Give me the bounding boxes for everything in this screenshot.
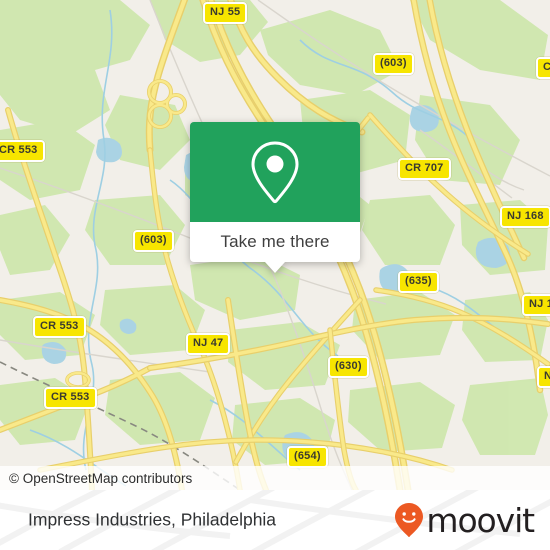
take-me-there-button[interactable]: Take me there — [190, 222, 360, 273]
road-shield: CR 707 — [398, 158, 451, 180]
map-canvas[interactable]: NJ 55 (603) CR 553 CR 707 NJ 168 (603) (635) NJ… — [0, 0, 550, 490]
road-shield: (603) — [373, 53, 414, 75]
road-shield: NJ 1 — [522, 294, 550, 316]
road-shield: (635) — [398, 271, 439, 293]
road-shield: NJ 168 — [500, 206, 550, 228]
callout-pin-area — [190, 122, 360, 222]
moovit-smiley-pin-icon — [395, 503, 424, 537]
road-shield: (603) — [133, 230, 174, 252]
road-shield: N — [537, 366, 550, 388]
road-shield: CR 553 — [33, 316, 86, 338]
road-shield: NJ 47 — [186, 333, 231, 355]
road-shield: (630) — [328, 356, 369, 378]
page-title: Impress Industries, Philadelphia — [28, 509, 277, 530]
road-shield: NJ 55 — [203, 2, 248, 24]
road-shield: (654) — [287, 446, 328, 468]
footer-bar: Impress Industries, Philadelphia moovit — [0, 490, 550, 550]
moovit-logo[interactable]: moovit — [394, 500, 535, 540]
road-shield: C — [536, 57, 550, 79]
attribution-text: © OpenStreetMap contributors — [9, 470, 193, 486]
location-callout-card[interactable]: Take me there — [190, 122, 360, 273]
map-attribution[interactable]: © OpenStreetMap contributors — [0, 466, 550, 490]
moovit-location-card: NJ 55 (603) CR 553 CR 707 NJ 168 (603) (635) NJ… — [0, 0, 550, 550]
callout-tail — [265, 262, 285, 273]
moovit-wordmark: moovit — [426, 500, 535, 540]
road-shield: CR 553 — [44, 387, 97, 409]
take-me-there-label: Take me there — [220, 232, 330, 251]
map-pin-icon — [251, 141, 299, 204]
road-shield: CR 553 — [0, 140, 45, 162]
